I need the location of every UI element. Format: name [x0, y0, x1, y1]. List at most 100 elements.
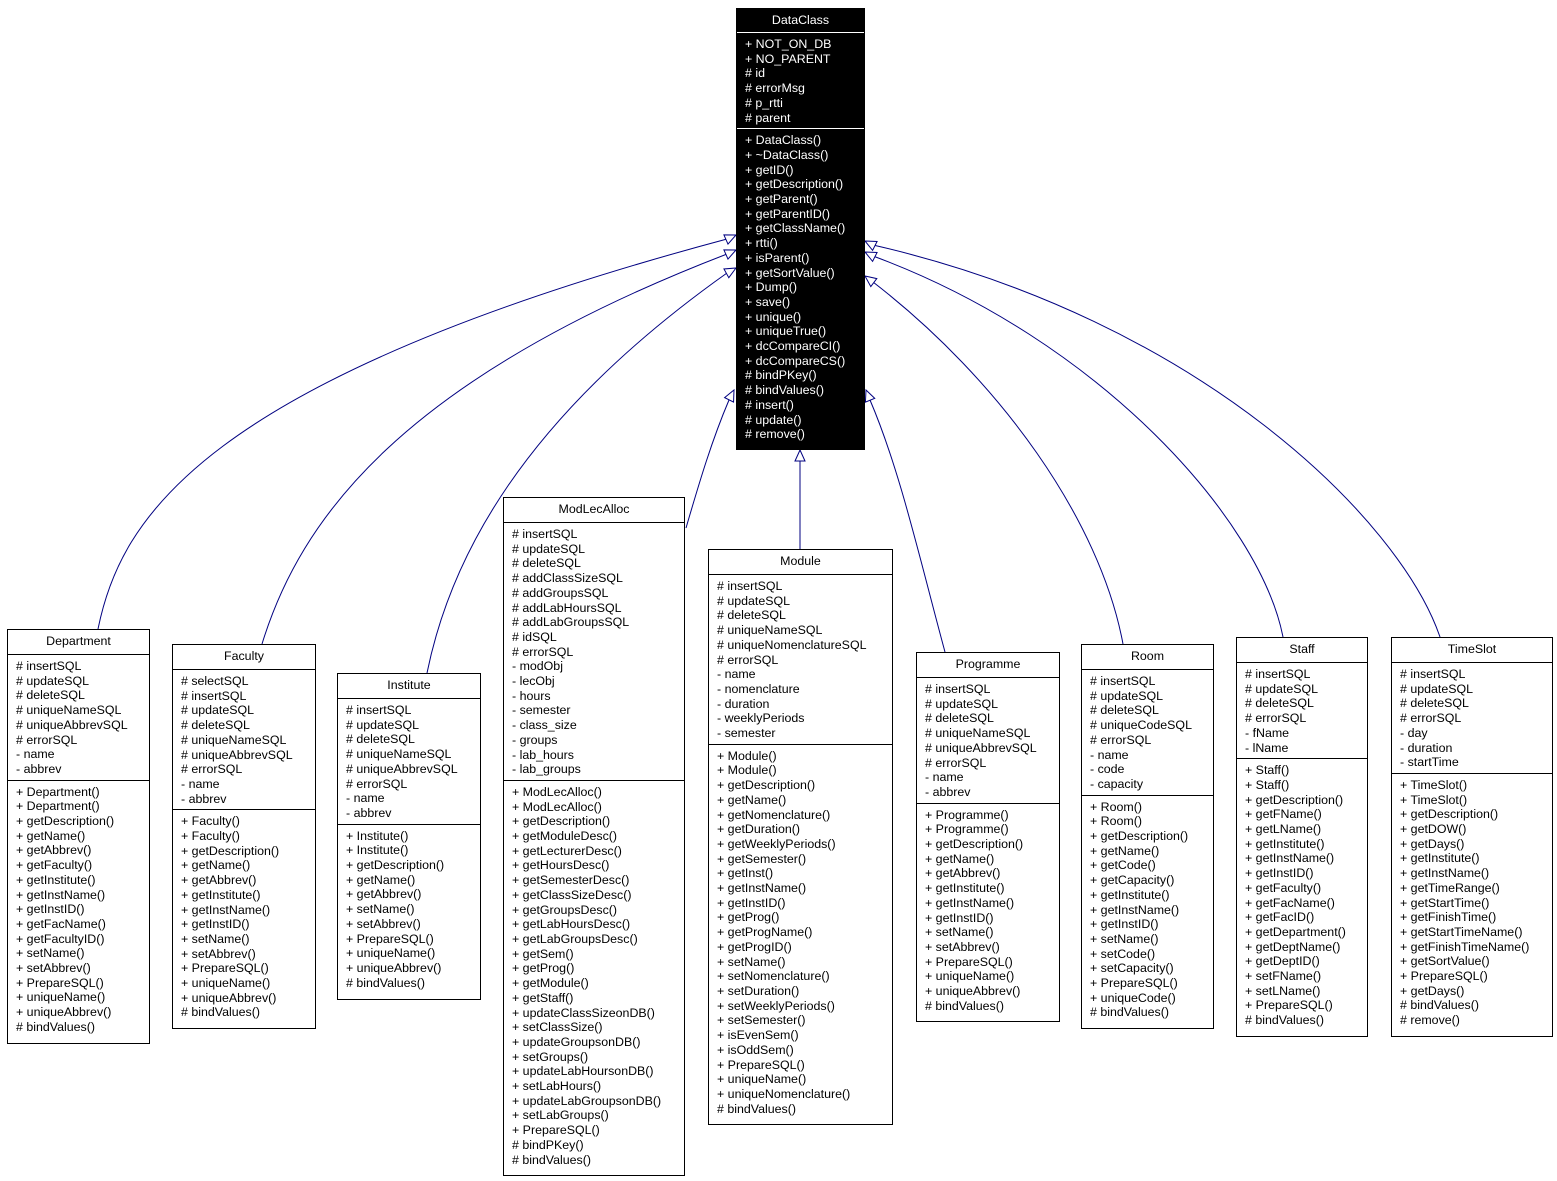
class-module[interactable]: Module # insertSQL # updateSQL # deleteSQL…: [708, 549, 893, 1125]
class-attribute: - name: [1090, 747, 1129, 762]
class-method: # bindValues(): [181, 1005, 260, 1020]
class-method: + setFName(): [1245, 969, 1322, 984]
class-method: + unique(): [745, 309, 802, 324]
class-method: + dcCompareCI(): [745, 339, 841, 354]
class-method: + Programme(): [925, 822, 1009, 837]
class-method: + getDepartment(): [1245, 924, 1346, 939]
class-method: + uniqueName(): [346, 946, 436, 961]
class-method: + isParent(): [745, 250, 810, 265]
class-attribute: - name: [925, 770, 964, 785]
class-staff[interactable]: Staff # insertSQL # updateSQL # deleteSQL #…: [1236, 637, 1368, 1037]
class-method: + getName(): [717, 792, 787, 807]
class-method: + getStartTime(): [1400, 895, 1490, 910]
class-method: + getLecturerDesc(): [512, 843, 622, 858]
class-attribute: - abbrev: [181, 791, 227, 806]
class-method: + getNomenclature(): [717, 807, 831, 822]
class-method: + Room(): [1090, 799, 1142, 814]
class-method: + getInstitute(): [1400, 851, 1480, 866]
class-method: + getInstID(): [717, 895, 786, 910]
class-modlecalloc[interactable]: ModLecAlloc # insertSQL # updateSQL # dele…: [503, 497, 685, 1176]
class-method: + Department(): [16, 784, 100, 799]
class-method: # remove(): [1400, 1013, 1460, 1028]
class-method: + PrepareSQL(): [1400, 969, 1488, 984]
class-attribute: # uniqueNomenclatureSQL: [717, 637, 867, 652]
class-method: + rtti(): [745, 236, 778, 251]
class-method: + Staff(): [1245, 777, 1290, 792]
class-method: + getDays(): [1400, 836, 1465, 851]
class-attribute: # uniqueNameSQL: [181, 732, 287, 747]
class-method: + setAbbrev(): [925, 939, 1000, 954]
class-method: + Faculty(): [181, 829, 240, 844]
class-attribute: # uniqueAbbrevSQL: [346, 761, 458, 776]
class-method: + Programme(): [925, 807, 1009, 822]
class-method: + getFaculty(): [1245, 880, 1322, 895]
class-method: + uniqueName(): [181, 976, 271, 991]
class-methods: + TimeSlot() + TimeSlot() + getDescription…: [1392, 774, 1552, 1031]
class-method: + getDescription(): [346, 858, 445, 873]
class-method: + setGroups(): [512, 1049, 589, 1064]
class-attribute: # uniqueNameSQL: [16, 703, 122, 718]
class-method: + PrepareSQL(): [512, 1123, 600, 1138]
class-institute[interactable]: Institute # insertSQL # updateSQL # delete…: [337, 673, 481, 1000]
class-method: + getSortValue(): [1400, 954, 1490, 969]
class-attribute: - semester: [717, 726, 776, 741]
class-attribute: # addLabGroupsSQL: [512, 615, 630, 630]
class-attributes: # insertSQL # updateSQL # deleteSQL # uniqu…: [338, 699, 480, 825]
class-method: + getName(): [16, 828, 86, 843]
class-method: + setSemester(): [717, 1013, 806, 1028]
class-dataclass[interactable]: DataClass + NOT_ON_DB + NO_PARENT # id # er…: [736, 8, 865, 450]
class-method: + uniqueNomenclature(): [717, 1086, 851, 1101]
class-method: + updateLabHoursonDB(): [512, 1064, 654, 1079]
class-method: + getDescription(): [1090, 829, 1189, 844]
class-method: # bindValues(): [16, 1019, 95, 1034]
class-faculty[interactable]: Faculty # selectSQL # insertSQL # updateSQ…: [172, 644, 316, 1029]
class-method: # bindValues(): [745, 383, 824, 398]
class-title: Programme: [917, 653, 1059, 678]
class-attribute: # addGroupsSQL: [512, 585, 609, 600]
class-attribute: # errorSQL: [512, 644, 574, 659]
class-method: + getName(): [1090, 843, 1160, 858]
class-method: + getAbbrev(): [181, 873, 257, 888]
class-attribute: # id: [745, 66, 765, 81]
class-attribute: # insertSQL: [16, 659, 82, 673]
class-department[interactable]: Department # insertSQL # updateSQL # delet…: [7, 629, 150, 1044]
class-method: + getFacID(): [1245, 910, 1315, 925]
class-room[interactable]: Room # insertSQL # updateSQL # deleteSQL # …: [1081, 644, 1214, 1029]
class-attribute: # deleteSQL: [346, 732, 415, 747]
class-method: + getInstitute(): [16, 872, 96, 887]
class-attribute: # insertSQL: [1400, 667, 1466, 681]
inheritance-arrowhead: [794, 448, 806, 462]
class-method: + isOddSem(): [717, 1042, 794, 1057]
class-attribute: # updateSQL: [16, 673, 90, 688]
class-attribute: - lName: [1245, 740, 1289, 755]
class-method: + getDescription(): [16, 814, 115, 829]
class-programme[interactable]: Programme # insertSQL # updateSQL # delete…: [916, 652, 1060, 1022]
class-method: + uniqueAbbrev(): [925, 984, 1021, 999]
class-method: + Faculty(): [181, 814, 240, 829]
class-method: + uniqueName(): [16, 990, 106, 1005]
class-method: + uniqueName(): [925, 969, 1015, 984]
class-attributes: # insertSQL # updateSQL # deleteSQL # addCl…: [504, 523, 684, 781]
class-method: + getProg(): [717, 910, 780, 925]
class-attribute: # errorSQL: [925, 755, 987, 770]
inheritance-arrowhead: [864, 275, 878, 288]
class-method: + getStartTimeName(): [1400, 924, 1523, 939]
class-timeslot[interactable]: TimeSlot # insertSQL # updateSQL # deleteS…: [1391, 637, 1553, 1037]
class-attribute: - class_size: [512, 718, 577, 733]
class-method: + getLabGroupsDesc(): [512, 931, 638, 946]
class-method: + getInstID(): [181, 917, 250, 932]
class-attribute: # updateSQL: [181, 703, 255, 718]
class-method: # remove(): [745, 427, 805, 442]
class-method: + setAbbrev(): [181, 946, 256, 961]
class-method: + Module(): [717, 763, 777, 778]
class-attribute: # selectSQL: [181, 674, 249, 688]
class-attribute: + NO_PARENT: [745, 51, 831, 66]
class-attribute: - lab_groups: [512, 762, 581, 777]
class-method: + getInst(): [717, 866, 774, 881]
class-method: + updateClassSizeonDB(): [512, 1005, 655, 1020]
class-method: + updateLabGroupsonDB(): [512, 1093, 662, 1108]
class-method: + uniqueCode(): [1090, 990, 1176, 1005]
class-attribute: # updateSQL: [717, 593, 791, 608]
class-attribute: # errorSQL: [16, 732, 78, 747]
class-method: + Room(): [1090, 814, 1142, 829]
